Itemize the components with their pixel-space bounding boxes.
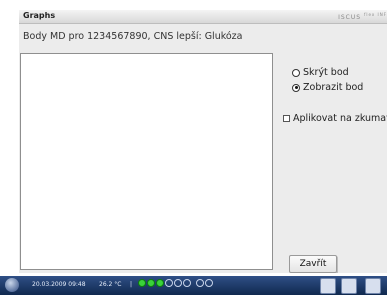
radio-hide-point-label: Skrýt bod	[303, 67, 349, 78]
taskbar-separator: |	[130, 281, 133, 288]
graphs-window: Graphs ISCUS flex INF Body MD pro 123456…	[19, 10, 387, 273]
status-led-icon	[165, 279, 173, 287]
radio-show-point-label: Zobrazit bod	[303, 82, 364, 93]
status-led-icon	[183, 279, 191, 287]
checkbox-icon[interactable]	[283, 115, 290, 122]
tray-settings-icon[interactable]	[341, 278, 357, 294]
chart-subtitle: Body MD pro 1234567890, CNS lepší: Glukó…	[23, 31, 243, 42]
status-led-icon	[196, 279, 204, 287]
taskbar-datetime: 20.03.2009 09:48	[32, 281, 86, 288]
window-title: Graphs	[23, 11, 56, 20]
radio-show-point-icon[interactable]	[292, 83, 300, 92]
radio-hide-point[interactable]: Skrýt bod	[292, 67, 349, 78]
start-orb-icon[interactable]	[5, 278, 19, 292]
status-led-icon	[138, 279, 146, 287]
status-led-icon	[205, 279, 213, 287]
apply-to-tube-label: Aplikovat na zkumavku	[293, 113, 387, 124]
graph-plot-area[interactable]	[20, 53, 273, 270]
radio-hide-point-icon[interactable]	[292, 68, 300, 77]
window-titlebar[interactable]: Graphs ISCUS flex INF	[19, 10, 387, 24]
tray-network-icon[interactable]	[365, 278, 381, 294]
status-led-icon	[156, 279, 164, 287]
apply-to-tube-checkbox[interactable]: Aplikovat na zkumavku	[283, 113, 387, 124]
taskbar: 20.03.2009 09:48 26.2 °C |	[0, 276, 387, 295]
close-button[interactable]: Zavřít	[289, 255, 337, 273]
status-led-icon	[174, 279, 182, 287]
screen-top-margin	[0, 0, 387, 8]
radio-show-point[interactable]: Zobrazit bod	[292, 82, 363, 93]
status-led-icon	[147, 279, 155, 287]
brand-logo: ISCUS flex INF	[338, 12, 387, 21]
taskbar-temperature: 26.2 °C	[99, 281, 122, 288]
tray-keyboard-icon[interactable]	[320, 278, 336, 294]
